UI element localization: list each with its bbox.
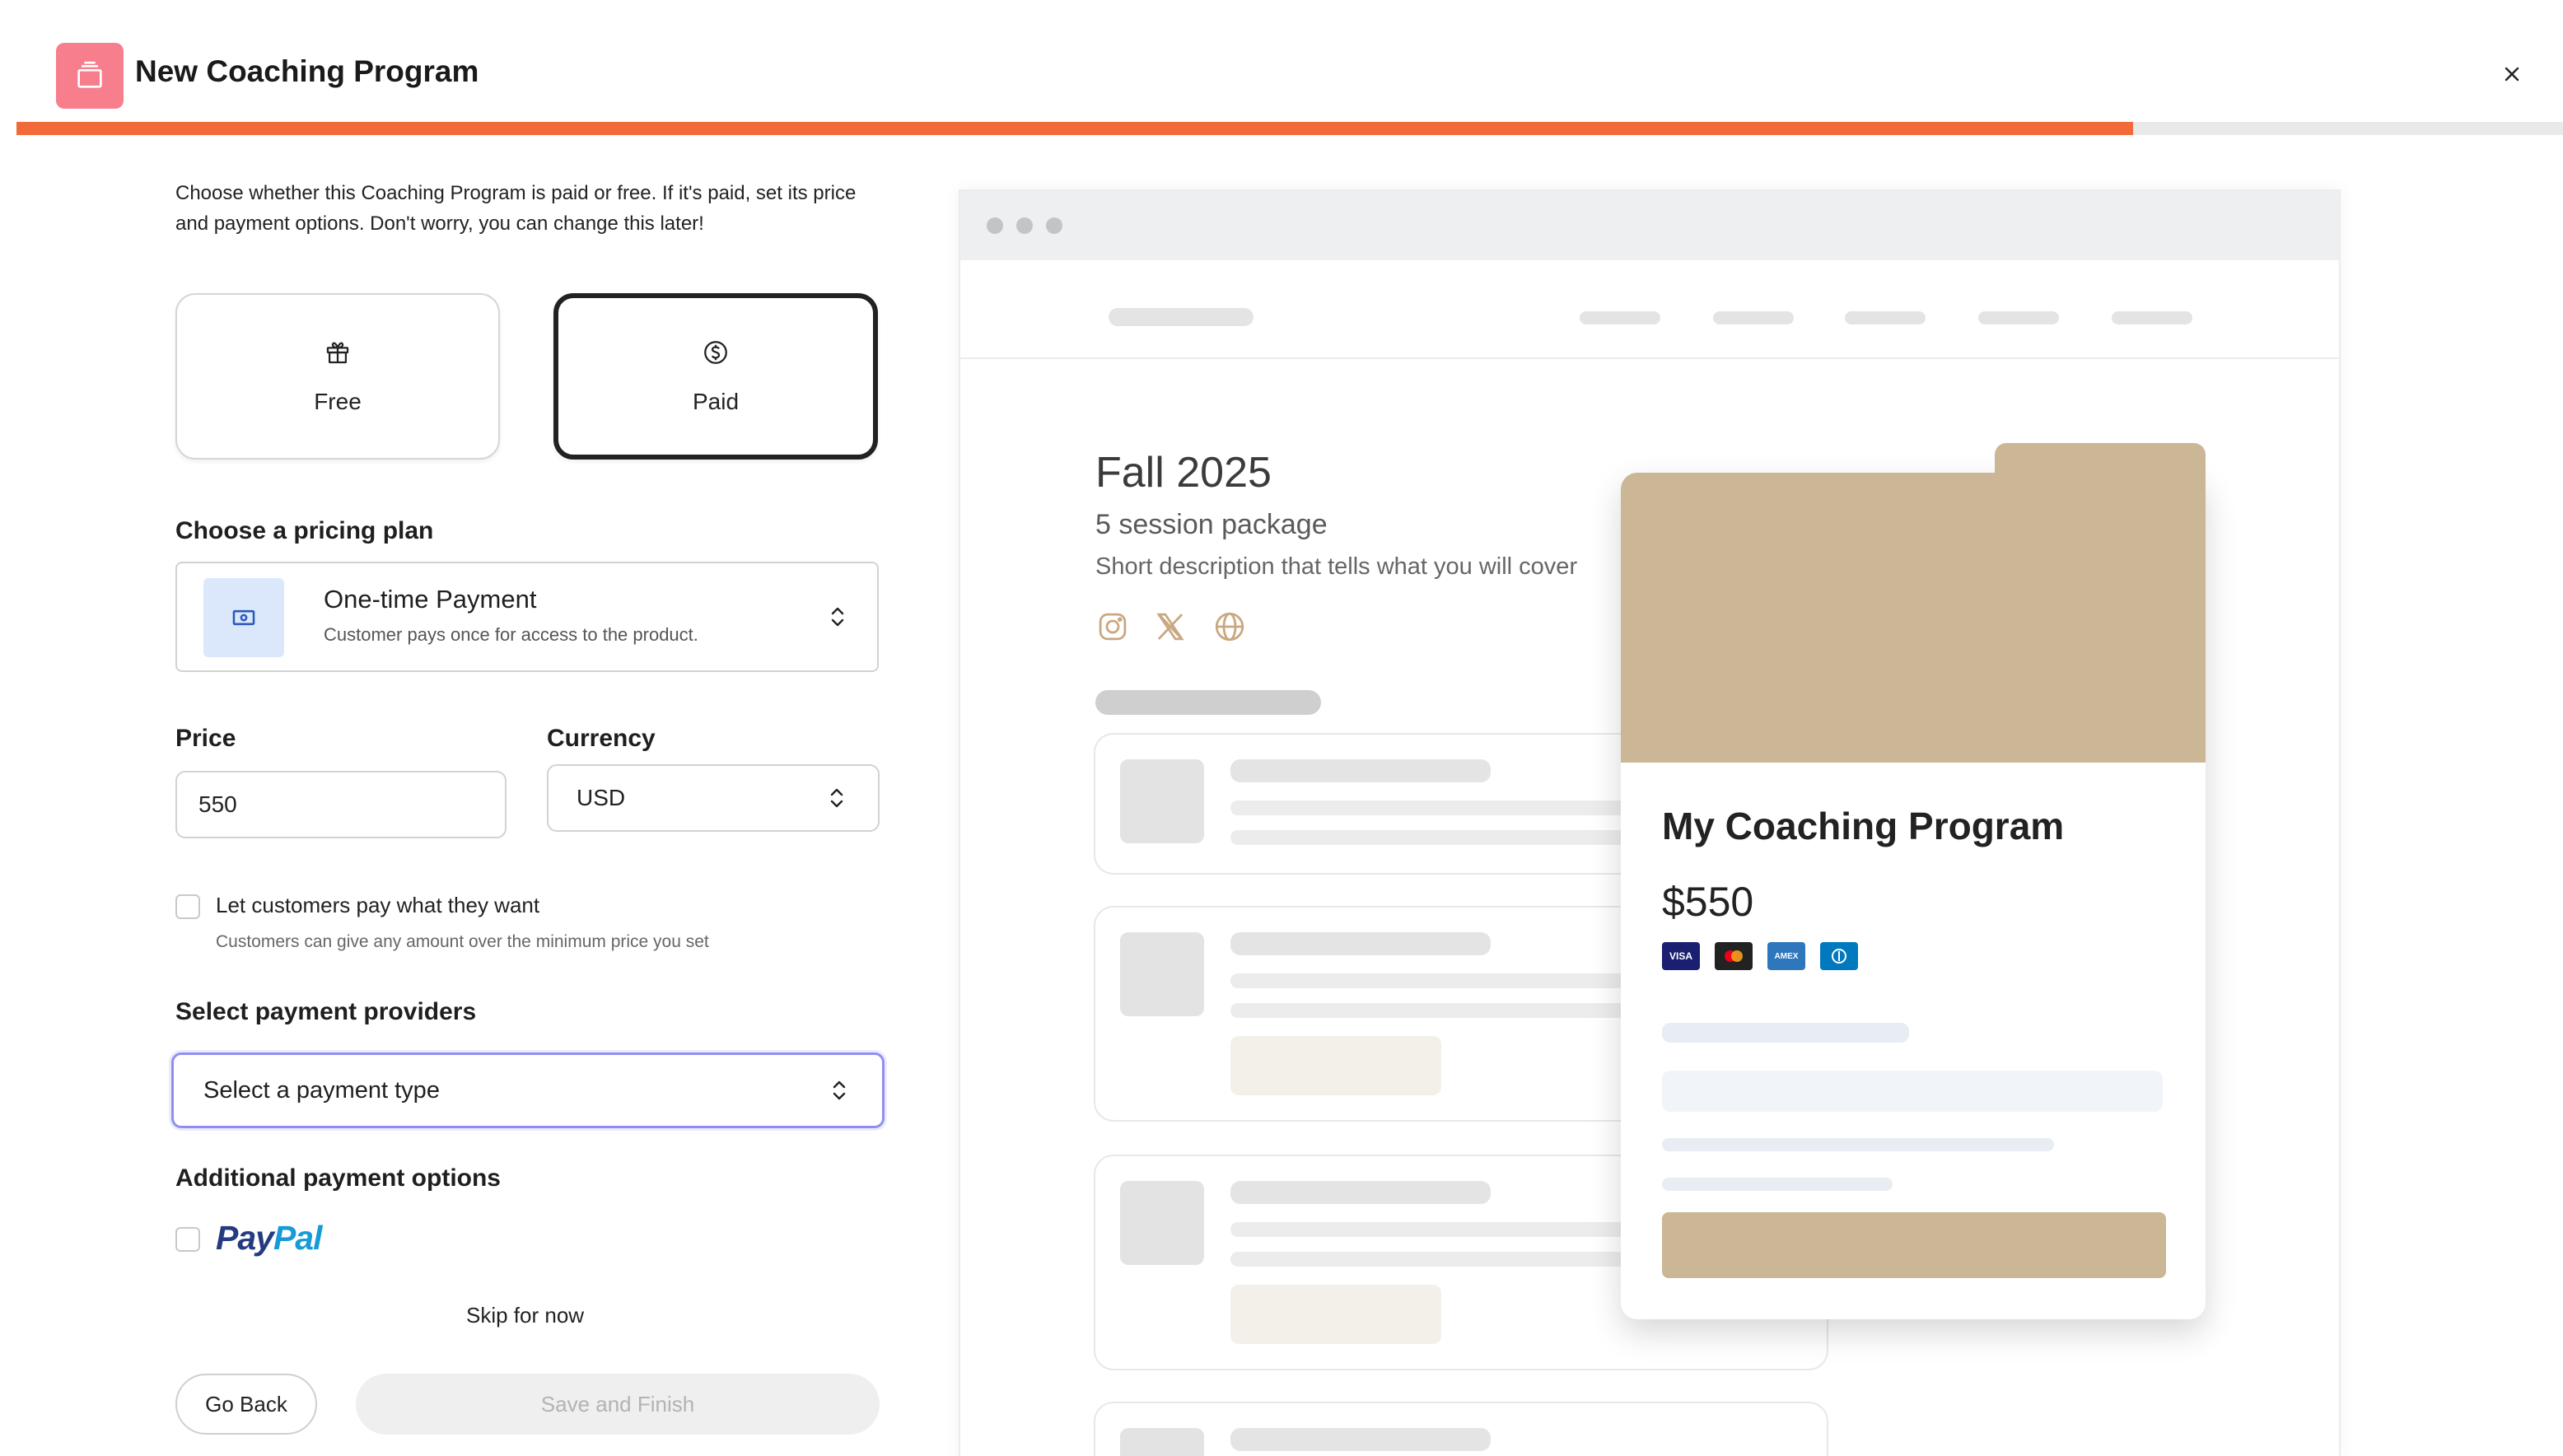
window-dot: [1046, 217, 1062, 234]
paid-option-card[interactable]: Paid: [553, 293, 878, 460]
payment-type-select[interactable]: Select a payment type: [171, 1052, 885, 1128]
preview-description: Short description that tells what you wi…: [1095, 553, 1578, 580]
text-skeleton: [1230, 800, 1626, 815]
text-skeleton: [1230, 973, 1626, 988]
thumbnail-skeleton: [1120, 932, 1204, 1016]
site-nav-skeleton: [960, 260, 2339, 359]
nav-skeleton: [1580, 311, 1660, 324]
buy-button-skeleton: [1662, 1212, 2166, 1278]
pricing-plan-label: Choose a pricing plan: [175, 517, 434, 544]
nav-skeleton: [1713, 311, 1794, 324]
progress-bar: [16, 122, 2563, 135]
window-dot: [987, 217, 1003, 234]
pricing-plan-title: One-time Payment: [324, 585, 537, 614]
text-skeleton: [1230, 1222, 1626, 1237]
pwyw-checkbox[interactable]: [175, 894, 200, 919]
text-skeleton: [1230, 759, 1491, 782]
currency-select[interactable]: USD: [547, 764, 880, 832]
text-skeleton: [1662, 1023, 1909, 1043]
input-skeleton: [1662, 1071, 2163, 1112]
dollar-circle-icon: [702, 338, 730, 371]
nav-skeleton: [1845, 311, 1926, 324]
button-skeleton: [1230, 1285, 1441, 1344]
save-and-finish-button[interactable]: Save and Finish: [356, 1374, 880, 1435]
pwyw-label: Let customers pay what they want: [216, 893, 540, 917]
nav-skeleton: [2112, 311, 2192, 324]
chevron-updown-icon: [827, 786, 847, 810]
thumbnail-skeleton: [1120, 1428, 1204, 1456]
paid-option-label: Paid: [692, 388, 740, 414]
visa-icon: VISA: [1662, 942, 1700, 970]
pricing-plan-description: Customer pays once for access to the pro…: [324, 624, 698, 645]
cash-icon: [203, 578, 284, 657]
thumbnail-skeleton: [1120, 759, 1204, 843]
paypal-logo: PayPal: [216, 1219, 322, 1257]
text-skeleton: [1662, 1178, 1893, 1191]
price-label: Price: [175, 725, 236, 752]
free-option-label: Free: [314, 388, 362, 414]
gift-icon: [324, 338, 352, 371]
pricing-plan-select[interactable]: One-time Payment Customer pays once for …: [175, 562, 879, 672]
chevron-updown-icon: [829, 1078, 849, 1103]
cover-image: [1621, 473, 2206, 763]
chevron-updown-icon: [828, 604, 847, 629]
nav-skeleton: [1978, 311, 2059, 324]
diners-icon: [1820, 942, 1858, 970]
globe-icon: [1212, 609, 1247, 644]
x-icon: [1153, 609, 1188, 644]
progress-fill: [16, 122, 2133, 135]
text-skeleton: [1230, 932, 1491, 955]
paypal-checkbox[interactable]: [175, 1227, 200, 1252]
pwyw-description: Customers can give any amount over the m…: [216, 932, 709, 951]
app-icon: [56, 43, 124, 109]
currency-label: Currency: [547, 725, 656, 752]
session-card-skeleton: [1094, 1402, 1828, 1456]
text-skeleton: [1662, 1138, 2054, 1151]
section-heading-skeleton: [1095, 690, 1321, 715]
preview-title: Fall 2025: [1095, 449, 1272, 497]
intro-text: Choose whether this Coaching Program is …: [175, 182, 857, 235]
go-back-button[interactable]: Go Back: [175, 1374, 317, 1435]
logo-skeleton: [1109, 308, 1253, 326]
close-icon[interactable]: [2495, 58, 2528, 91]
product-card-preview: My Coaching Program $550 VISA AMEX: [1621, 443, 2206, 1319]
text-skeleton: [1230, 830, 1626, 845]
price-input[interactable]: 550: [175, 771, 507, 838]
preview-subtitle: 5 session package: [1095, 509, 1328, 540]
browser-bar: [960, 191, 2339, 260]
payment-type-placeholder: Select a payment type: [203, 1076, 440, 1104]
thumbnail-skeleton: [1120, 1181, 1204, 1265]
mastercard-icon: [1715, 942, 1753, 970]
text-skeleton: [1230, 1428, 1491, 1451]
text-skeleton: [1230, 1181, 1491, 1204]
card-price: $550: [1662, 879, 1754, 925]
amex-icon: AMEX: [1767, 942, 1805, 970]
currency-value: USD: [577, 785, 626, 810]
text-skeleton: [1230, 1003, 1626, 1018]
instagram-icon: [1095, 609, 1130, 644]
skip-link[interactable]: Skip for now: [466, 1303, 584, 1328]
free-option-card[interactable]: Free: [175, 293, 500, 460]
additional-payment-label: Additional payment options: [175, 1164, 501, 1192]
page-header: New Coaching Program: [0, 0, 2563, 124]
payment-providers-label: Select payment providers: [175, 998, 477, 1025]
window-dot: [1016, 217, 1033, 234]
page-title: New Coaching Program: [135, 54, 479, 88]
card-title: My Coaching Program: [1662, 805, 2065, 847]
button-skeleton: [1230, 1036, 1441, 1095]
text-skeleton: [1230, 1252, 1626, 1267]
